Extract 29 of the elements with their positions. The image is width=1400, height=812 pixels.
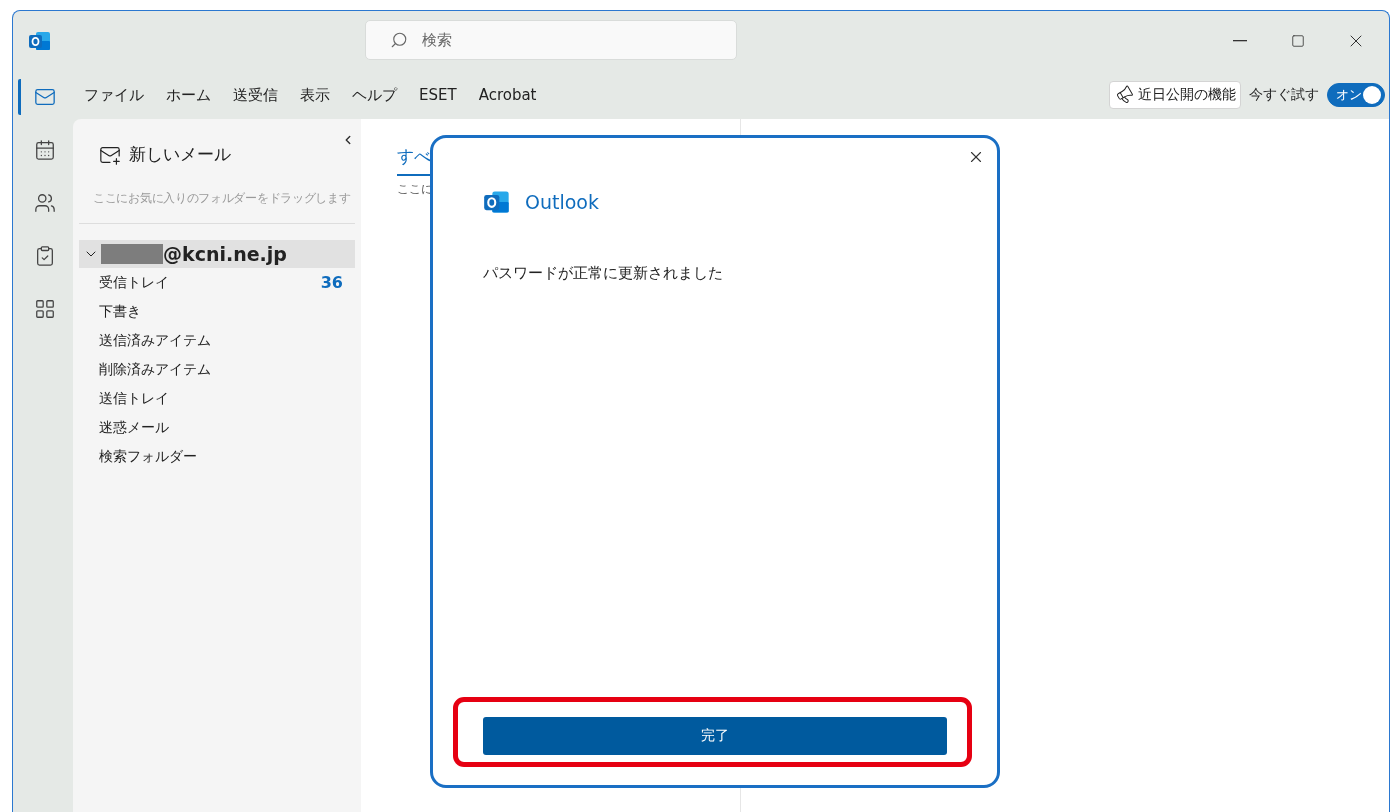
- menu-tab[interactable]: ファイル: [73, 80, 155, 110]
- search-field[interactable]: 検索: [365, 20, 737, 60]
- menu-tab[interactable]: ヘルプ: [341, 80, 408, 110]
- upcoming-features-button[interactable]: 近日公開の機能: [1109, 81, 1241, 109]
- folder-item[interactable]: 削除済みアイテム: [79, 355, 355, 384]
- unread-count: 36: [320, 273, 343, 292]
- folder-item[interactable]: 送信トレイ: [79, 384, 355, 413]
- minimize-icon: [1233, 40, 1247, 42]
- account-row[interactable]: @kcni.ne.jp: [79, 240, 355, 268]
- folder-item[interactable]: 送信済みアイテム: [79, 326, 355, 355]
- dialog-message: パスワードが正常に更新されました: [483, 264, 724, 283]
- folder-item[interactable]: 迷惑メール: [79, 413, 355, 442]
- app-name: Outlook: [525, 191, 599, 213]
- new-mail-button[interactable]: 新しいメール: [93, 141, 237, 168]
- menu-tab[interactable]: ホーム: [155, 80, 222, 110]
- toggle-switch[interactable]: オン: [1327, 83, 1385, 107]
- menu-tab[interactable]: 送受信: [222, 80, 289, 110]
- folder-item[interactable]: 下書き: [79, 297, 355, 326]
- try-now-label: 今すぐ試す: [1249, 86, 1319, 104]
- outlook-logo-icon: [28, 29, 52, 53]
- favorites-hint: ここにお気に入りのフォルダーをドラッグします: [92, 190, 352, 207]
- menu-tab[interactable]: Acrobat: [467, 80, 548, 110]
- folder-item[interactable]: 受信トレイ 36: [79, 268, 355, 297]
- done-button[interactable]: 完了: [483, 717, 947, 755]
- folder-item[interactable]: 検索フォルダー: [79, 442, 355, 471]
- maximize-icon: [1291, 34, 1305, 48]
- search-icon: [390, 31, 408, 49]
- menu-tab[interactable]: 表示: [289, 80, 341, 110]
- menu-tab[interactable]: ESET: [408, 80, 468, 110]
